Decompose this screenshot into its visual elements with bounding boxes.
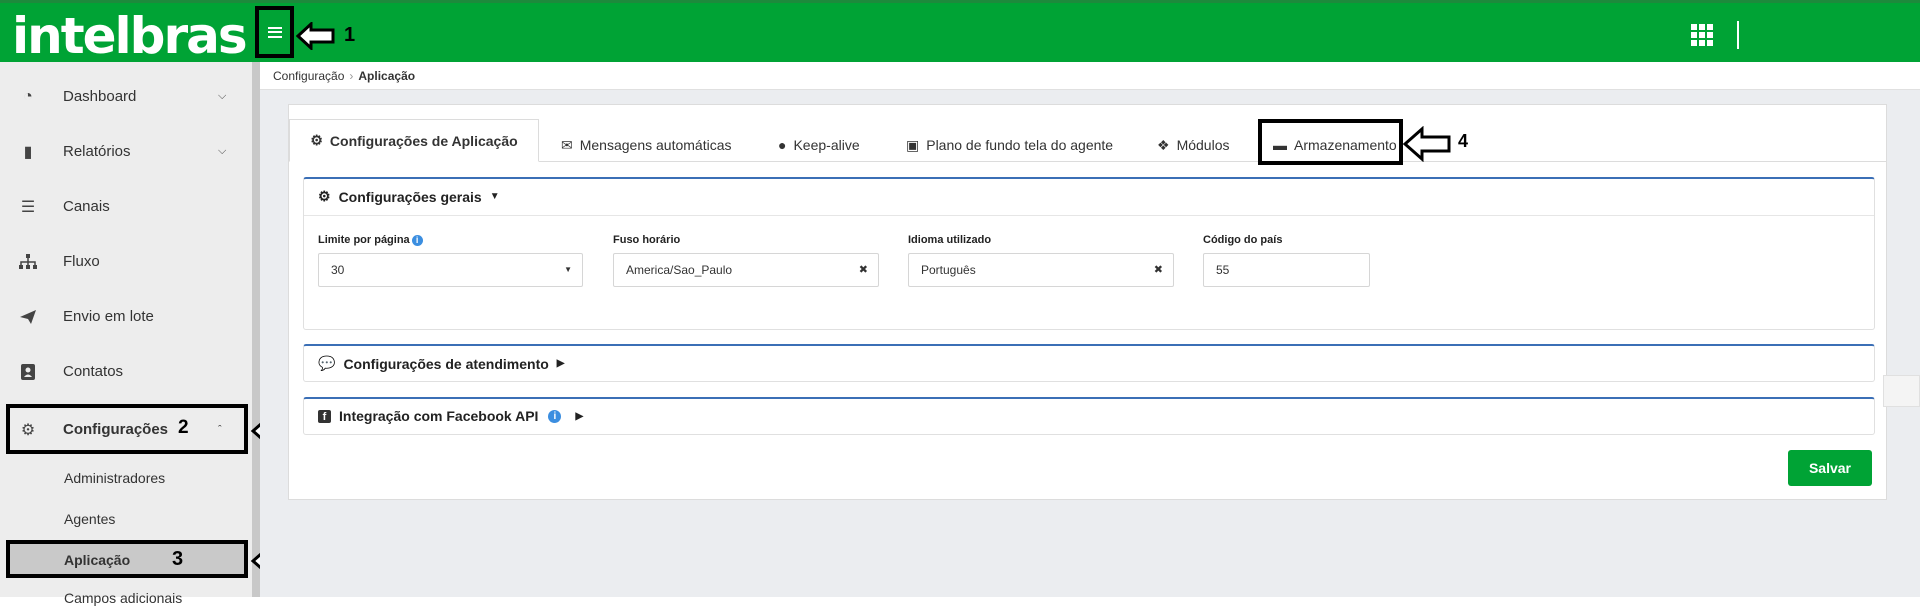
panel-title: Integração com Facebook API — [339, 408, 539, 424]
label-text: Limite por página — [318, 234, 410, 246]
sidebar-item-dashboard[interactable]: ◔ Dashboard ⌵ — [0, 69, 252, 124]
sidebar-item-label: Dashboard — [63, 88, 137, 105]
apps-grid-icon[interactable] — [1691, 24, 1713, 46]
address-book-icon — [18, 362, 38, 382]
field-label-idioma: Idioma utilizado — [908, 234, 992, 246]
logo: intelbras — [12, 7, 248, 65]
select-value: America/Sao_Paulo — [626, 263, 733, 277]
breadcrumb-current: Aplicação — [358, 69, 416, 83]
sidebar-item-label: Configurações — [63, 421, 169, 438]
envelope-icon: ✉ — [561, 136, 573, 153]
panel-header[interactable]: ⚙ Configurações gerais ▼ — [318, 188, 500, 205]
hamburger-icon — [267, 26, 282, 38]
tab-label: Plano de fundo tela do agente — [926, 137, 1114, 153]
field-label-limite: Limite por página i — [318, 234, 423, 246]
sidebar-subitem-administradores[interactable]: Administradores — [64, 470, 165, 486]
gear-icon: ⚙ — [318, 188, 331, 204]
caret-right-icon: ▶ — [575, 410, 584, 422]
paper-plane-icon — [18, 307, 38, 327]
sidebar-item-fluxo[interactable]: Fluxo — [0, 234, 252, 289]
annotation-number-1: 1 — [344, 24, 356, 46]
panel-header[interactable]: 💬 Configurações de atendimento ▶ — [318, 355, 565, 372]
annotation-number-2: 2 — [178, 417, 189, 438]
panel-integracao-facebook[interactable]: f Integração com Facebook API i ▶ — [303, 397, 1875, 435]
facebook-icon: f — [318, 409, 331, 423]
timezone-select[interactable]: America/Sao_Paulo ✖ — [613, 253, 879, 287]
sidebar-subitem-agentes[interactable]: Agentes — [64, 511, 115, 527]
annotation-arrow-1 — [296, 22, 335, 50]
field-label-codigo-pais: Código do país — [1203, 234, 1283, 246]
breadcrumb-parent[interactable]: Configuração — [273, 69, 344, 83]
panel-header[interactable]: f Integração com Facebook API i ▶ — [318, 408, 583, 424]
sitemap-icon — [18, 252, 38, 272]
sidebar-item-label: Relatórios — [63, 143, 131, 160]
annotation-arrow-4 — [1402, 126, 1451, 162]
sidebar-subitem-campos-adicionais[interactable]: Campos adicionais — [64, 590, 182, 606]
limit-select[interactable]: 30 ▼ — [318, 253, 583, 287]
panel-title: Configurações de atendimento — [343, 355, 549, 372]
top-bar: intelbras — [0, 0, 1920, 62]
tab-keep-alive[interactable]: ● Keep-alive — [778, 128, 860, 162]
cogs-icon: ⚙ — [20, 421, 36, 439]
input-value: 55 — [1216, 263, 1230, 277]
tab-mensagens-automaticas[interactable]: ✉ Mensagens automáticas — [561, 128, 732, 162]
cubes-icon: ❖ — [1157, 136, 1170, 153]
sidebar-item-relatorios[interactable]: ▮ Relatórios ⌵ — [0, 124, 252, 179]
sidebar-item-canais[interactable]: ☰ Canais — [0, 179, 252, 234]
info-icon[interactable]: i — [548, 409, 562, 423]
country-code-input[interactable]: 55 — [1203, 253, 1370, 287]
menu-toggle-button[interactable] — [255, 6, 294, 58]
clear-icon[interactable]: ✖ — [859, 254, 868, 286]
topbar-divider — [1737, 21, 1739, 49]
caret-right-icon: ▶ — [556, 358, 565, 369]
tab-modulos[interactable]: ❖ Módulos — [1157, 128, 1229, 162]
sidebar-subitem-aplicacao[interactable]: Aplicação — [64, 552, 130, 568]
sidebar-item-label: Canais — [63, 198, 110, 215]
sidebar-item-label: Envio em lote — [63, 308, 154, 325]
tab-configuracoes-de-aplicacao[interactable]: ⚙ Configurações de Aplicação — [289, 119, 539, 162]
info-icon[interactable]: i — [411, 234, 423, 246]
sidebar-item-label: Contatos — [63, 363, 124, 380]
select-value: Português — [921, 263, 976, 277]
clear-icon[interactable]: ✖ — [1154, 254, 1163, 286]
breadcrumb-separator-icon: › — [349, 69, 354, 83]
chevron-up-icon: ˆ — [218, 423, 222, 436]
select-value: 30 — [331, 263, 345, 277]
caret-down-icon: ▼ — [564, 265, 572, 274]
list-icon: ☰ — [20, 198, 36, 216]
breadcrumb: Configuração › Aplicação — [260, 62, 1920, 90]
sidebar-scrollbar[interactable] — [252, 62, 260, 597]
panel-configuracoes-de-atendimento[interactable]: 💬 Configurações de atendimento ▶ — [303, 344, 1875, 382]
gauge-icon: ◔ — [23, 87, 33, 105]
lightbulb-icon: ● — [778, 137, 787, 153]
comments-icon: 💬 — [318, 355, 336, 371]
tab-label: Configurações de Aplicação — [329, 132, 518, 149]
image-icon: ▣ — [906, 136, 920, 153]
tab-label: Armazenamento — [1294, 137, 1397, 153]
field-label-fuso-horario: Fuso horário — [613, 234, 681, 246]
sidebar-item-envio-em-lote[interactable]: Envio em lote — [0, 289, 252, 344]
panel-divider — [304, 215, 1874, 216]
chevron-down-icon: ⌵ — [218, 145, 227, 157]
sidebar-item-configuracoes[interactable]: ⚙ Configurações 2 ˆ — [0, 402, 252, 457]
save-button[interactable]: Salvar — [1788, 450, 1872, 486]
annotation-number-3: 3 — [172, 548, 184, 570]
panel-title: Configurações gerais — [338, 188, 482, 205]
tab-label: Mensagens automáticas — [579, 137, 732, 153]
annotation-number-4: 4 — [1458, 131, 1469, 151]
tab-armazenamento[interactable]: ▬ Armazenamento — [1273, 128, 1397, 162]
book-icon: ▮ — [23, 143, 33, 161]
hdd-icon: ▬ — [1273, 137, 1287, 153]
tab-plano-de-fundo[interactable]: ▣ Plano de fundo tela do agente — [906, 128, 1113, 162]
caret-down-icon: ▼ — [489, 191, 500, 202]
language-select[interactable]: Português ✖ — [908, 253, 1174, 287]
gear-icon: ⚙ — [310, 132, 323, 148]
users-widget-icon[interactable] — [1883, 375, 1920, 407]
tab-label: Módulos — [1176, 137, 1230, 153]
chevron-down-icon: ⌵ — [218, 90, 227, 102]
tab-label: Keep-alive — [793, 137, 860, 153]
sidebar-item-contatos[interactable]: Contatos — [0, 344, 252, 399]
sidebar-item-label: Fluxo — [63, 253, 100, 270]
